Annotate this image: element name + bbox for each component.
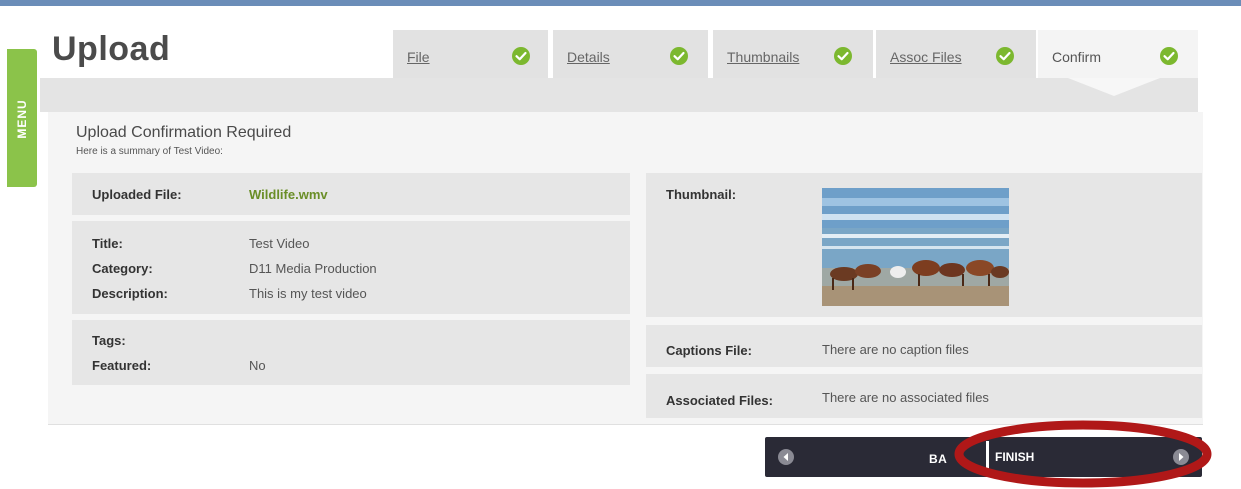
category-label: Category: [92,261,153,276]
active-tab-pointer [1068,78,1160,96]
uploaded-file-label: Uploaded File: [92,187,182,202]
title-value: Test Video [249,236,310,251]
confirmation-subtitle: Here is a summary of Test Video: [76,146,223,157]
video-thumbnail-image [822,188,1009,306]
page-title: Upload [52,30,171,68]
menu-toggle-button[interactable]: MENU [7,49,37,187]
top-accent-bar [0,0,1241,6]
thumbnail-label: Thumbnail: [666,187,737,202]
tab-details-label: Details [567,49,610,65]
tab-thumbnails-label: Thumbnails [727,49,800,65]
prev-arrow-icon[interactable] [777,448,795,466]
associated-files-label: Associated Files: [666,393,773,408]
check-circle-icon [1160,47,1178,65]
check-circle-icon [996,47,1014,65]
back-button[interactable]: BA [929,452,947,466]
captions-value: There are no caption files [822,342,969,357]
associated-files-value: There are no associated files [822,390,989,405]
check-circle-icon [834,47,852,65]
description-label: Description: [92,286,168,301]
tab-file-label: File [407,49,430,65]
captions-label: Captions File: [666,343,752,358]
tab-strip [40,78,1198,112]
featured-value: No [249,358,266,373]
tab-thumbnails[interactable]: Thumbnails [713,30,873,78]
tab-details[interactable]: Details [553,30,708,78]
check-circle-icon [670,47,688,65]
featured-label: Featured: [92,358,152,373]
tab-file[interactable]: File [393,30,548,78]
confirmation-title: Upload Confirmation Required [76,124,292,141]
check-circle-icon [512,47,530,65]
menu-label: MENU [15,99,29,139]
uploaded-file-value: Wildlife.wmv [249,187,328,202]
tab-confirm[interactable]: Confirm [1038,30,1198,78]
title-label: Title: [92,236,123,251]
category-value: D11 Media Production [249,261,377,276]
tab-assoc-files-label: Assoc Files [890,49,962,65]
tags-label: Tags: [92,333,126,348]
tab-assoc-files[interactable]: Assoc Files [876,30,1036,78]
tab-confirm-label: Confirm [1052,49,1102,65]
tags-panel [72,320,630,385]
description-value: This is my test video [249,286,367,301]
highlight-ellipse [954,420,1212,488]
